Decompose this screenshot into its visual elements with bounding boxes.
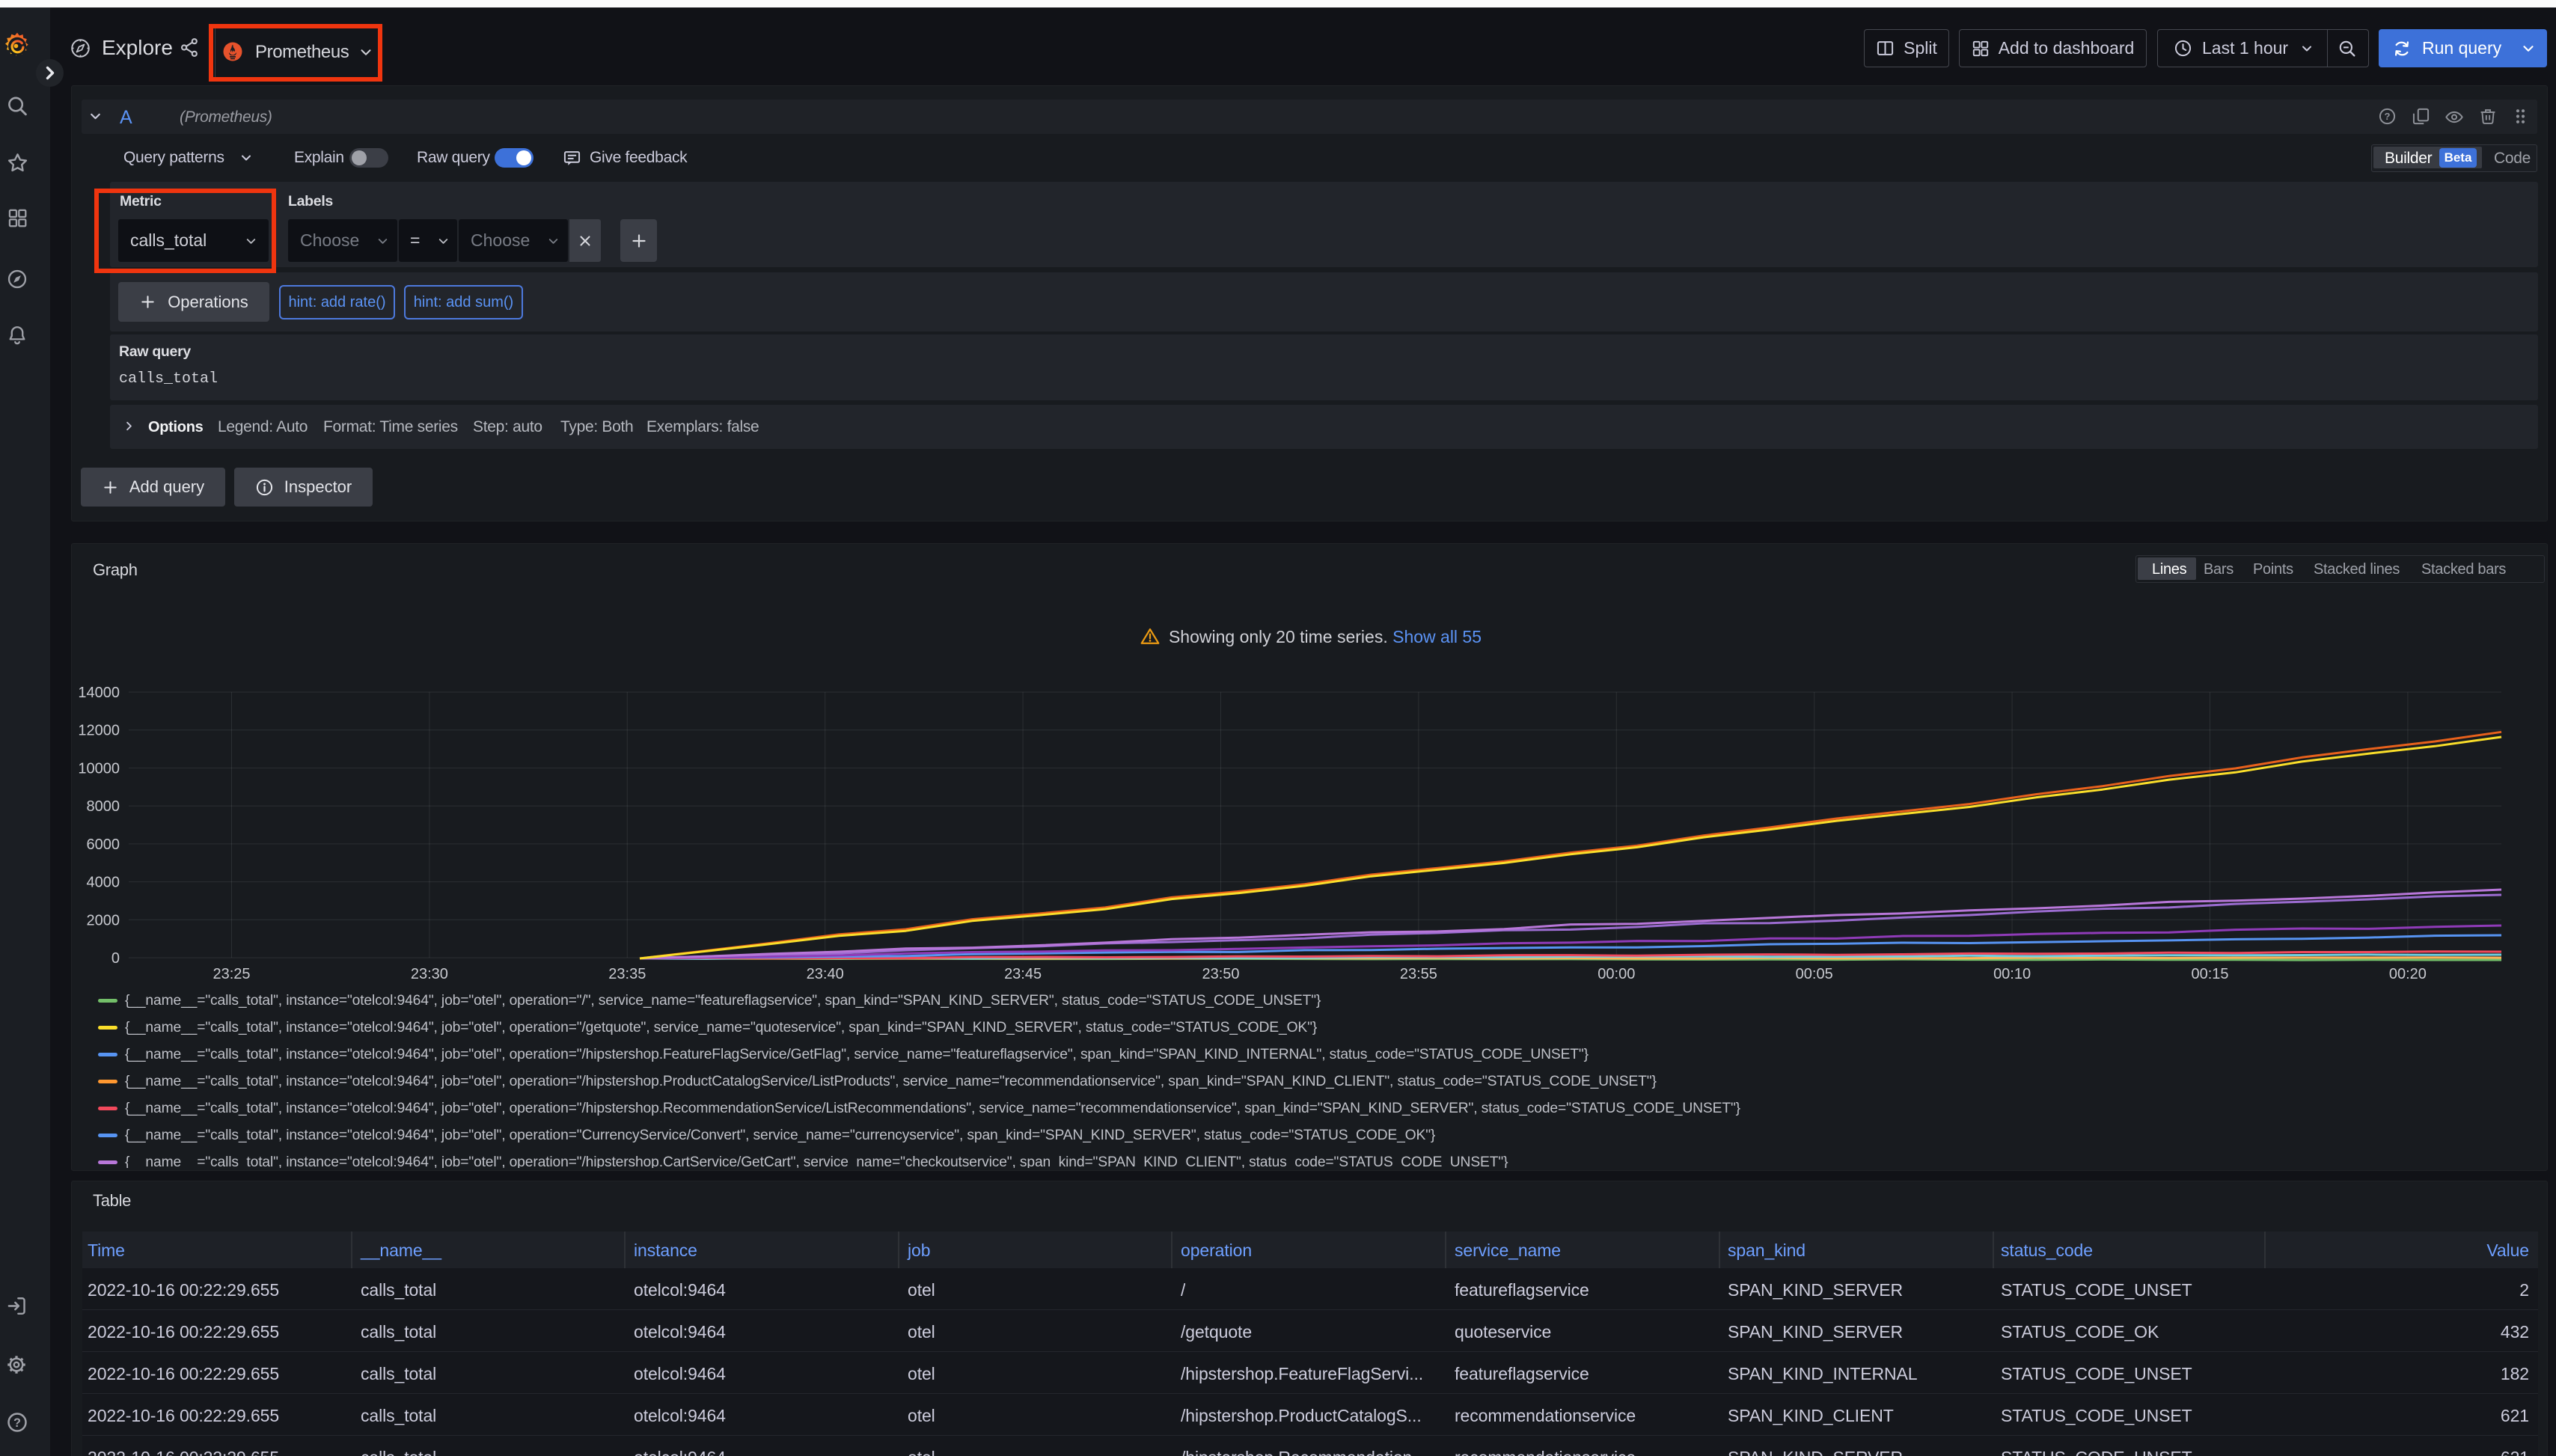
svg-text:23:50: 23:50 [1202, 966, 1239, 982]
svg-text:23:35: 23:35 [608, 966, 646, 982]
svg-text:00:15: 00:15 [2191, 966, 2228, 982]
svg-text:23:45: 23:45 [1004, 966, 1042, 982]
svg-text:?: ? [13, 1416, 21, 1430]
svg-text:23:40: 23:40 [807, 966, 844, 982]
svg-text:12000: 12000 [78, 723, 120, 739]
svg-text:23:55: 23:55 [1400, 966, 1437, 982]
svg-text:8000: 8000 [87, 798, 120, 815]
svg-text:14000: 14000 [78, 685, 120, 701]
svg-text:0: 0 [111, 950, 120, 967]
svg-text:23:25: 23:25 [213, 966, 250, 982]
svg-text:00:20: 00:20 [2389, 966, 2427, 982]
svg-text:6000: 6000 [87, 836, 120, 853]
svg-text:2000: 2000 [87, 912, 120, 929]
svg-text:00:00: 00:00 [1598, 966, 1635, 982]
svg-text:?: ? [2385, 111, 2391, 122]
svg-text:4000: 4000 [87, 875, 120, 891]
svg-text:10000: 10000 [78, 760, 120, 777]
svg-text:00:10: 00:10 [1993, 966, 2031, 982]
svg-text:00:05: 00:05 [1796, 966, 1833, 982]
svg-text:23:30: 23:30 [411, 966, 448, 982]
